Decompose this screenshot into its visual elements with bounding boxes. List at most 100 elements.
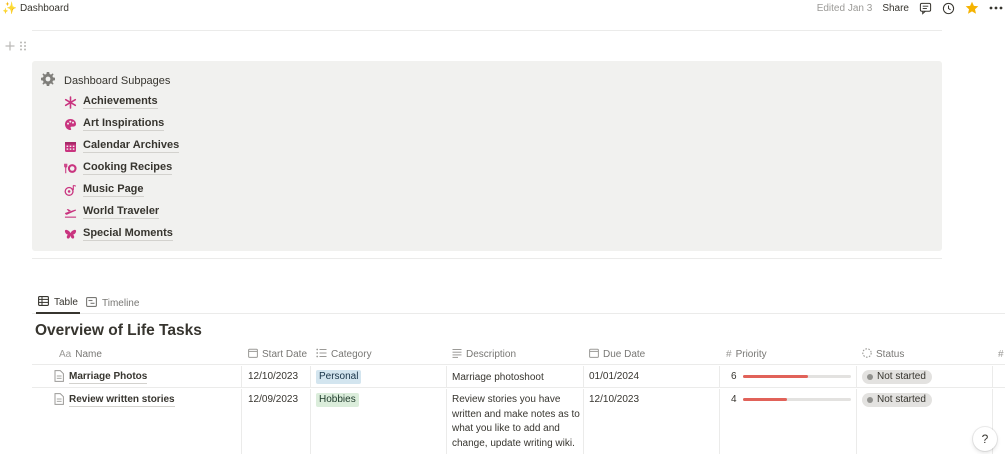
table-header: Aa Name Start Date Category Description … xyxy=(32,344,1005,365)
subpage-link-art-inspirations[interactable]: Art Inspirations xyxy=(64,113,179,135)
column-header-due-date[interactable]: Due Date xyxy=(589,344,645,365)
category-tag: Hobbies xyxy=(316,393,359,407)
drag-handle-icon[interactable] xyxy=(19,40,27,54)
status-label: Not started xyxy=(877,371,926,382)
column-divider xyxy=(719,389,720,454)
top-bar: ✨ Dashboard Edited Jan 3 Share xyxy=(0,0,1005,16)
cell-name[interactable]: Review written stories xyxy=(54,389,175,411)
timeline-icon xyxy=(86,296,97,310)
tab-timeline[interactable]: Timeline xyxy=(86,292,139,314)
status-badge: Not started xyxy=(862,393,932,407)
cell-status[interactable]: Not started xyxy=(862,389,932,454)
status-badge: Not started xyxy=(862,370,932,384)
favorite-star-icon[interactable] xyxy=(965,1,979,15)
airplane-icon xyxy=(64,206,77,219)
status-dot xyxy=(867,397,873,403)
cell-category[interactable]: Hobbies xyxy=(316,389,359,454)
cell-name[interactable]: Marriage Photos xyxy=(54,366,148,388)
calendar-property-icon xyxy=(248,348,258,361)
table-row[interactable]: Review written stories 12/09/2023 Hobbie… xyxy=(32,389,1005,454)
subpage-link-calendar-archives[interactable]: Calendar Archives xyxy=(64,135,180,157)
subpage-label: Special Moments xyxy=(83,227,173,241)
column-label: Category xyxy=(331,349,372,360)
more-options-icon[interactable] xyxy=(989,6,1003,10)
column-header-more[interactable]: # xyxy=(998,344,1004,365)
category-tag: Personal xyxy=(316,370,362,384)
subpage-link-special-moments[interactable]: Special Moments xyxy=(64,223,179,245)
priority-value: 6 xyxy=(731,371,737,382)
row-name: Marriage Photos xyxy=(69,370,148,384)
subpage-link-music-page[interactable]: Music Page xyxy=(64,179,179,201)
subpage-link-achievements[interactable]: Achievements xyxy=(64,91,179,113)
column-header-start-date[interactable]: Start Date xyxy=(248,344,307,365)
subpage-label: Calendar Archives xyxy=(83,139,180,153)
subpage-label: Cooking Recipes xyxy=(83,161,173,175)
table-row[interactable]: Marriage Photos 12/10/2023 Personal Marr… xyxy=(32,366,1005,388)
history-clock-icon[interactable] xyxy=(942,2,955,15)
number-property-icon: # xyxy=(998,349,1004,360)
column-divider xyxy=(310,366,311,387)
column-divider xyxy=(856,389,857,454)
priority-progress-bar xyxy=(743,374,852,378)
column-divider xyxy=(992,366,993,387)
tab-label: Timeline xyxy=(102,297,140,309)
column-label: Start Date xyxy=(262,349,308,360)
table-icon xyxy=(38,295,49,309)
cell-due-date[interactable]: 12/10/2023 xyxy=(589,389,639,454)
cell-priority[interactable]: 4 xyxy=(731,389,852,454)
column-header-status[interactable]: Status xyxy=(862,344,904,365)
calendar-icon xyxy=(64,140,77,153)
cell-start-date[interactable]: 12/10/2023 xyxy=(248,366,298,387)
cell-due-date[interactable]: 01/01/2024 xyxy=(589,366,639,387)
subpage-link-world-traveler[interactable]: World Traveler xyxy=(64,201,179,223)
column-label: Name xyxy=(75,349,102,360)
column-label: Priority xyxy=(735,349,767,360)
column-divider xyxy=(446,389,447,454)
column-divider xyxy=(719,366,720,387)
divider xyxy=(32,258,942,259)
calendar-property-icon xyxy=(589,348,599,361)
status-dot xyxy=(867,374,873,380)
edited-timestamp: Edited Jan 3 xyxy=(816,2,873,14)
music-icon xyxy=(64,184,77,197)
view-tabs: Table Timeline xyxy=(32,292,1005,314)
add-block-icon[interactable] xyxy=(5,40,15,54)
share-button[interactable]: Share xyxy=(882,3,909,14)
cell-status[interactable]: Not started xyxy=(862,366,932,387)
breadcrumb[interactable]: ✨ Dashboard xyxy=(2,2,69,14)
tab-label: Table xyxy=(54,296,78,308)
utensils-icon xyxy=(64,162,77,175)
cell-start-date[interactable]: 12/09/2023 xyxy=(248,389,298,454)
subpage-label: Art Inspirations xyxy=(83,117,165,131)
top-bar-actions: Edited Jan 3 Share xyxy=(817,1,1003,15)
priority-progress-fill xyxy=(743,374,809,378)
cell-description[interactable]: Marriage photoshoot xyxy=(452,366,580,387)
subpage-link-cooking-recipes[interactable]: Cooking Recipes xyxy=(64,157,179,179)
page-icon xyxy=(54,369,64,385)
cell-priority[interactable]: 6 xyxy=(731,366,852,387)
number-property-icon: # xyxy=(726,349,732,360)
column-header-priority[interactable]: # Priority xyxy=(726,344,767,365)
status-label: Not started xyxy=(877,394,926,405)
help-button[interactable]: ? xyxy=(973,427,997,451)
cell-description[interactable]: Review stories you have written and make… xyxy=(452,389,580,454)
block-handles xyxy=(5,40,27,54)
text-property-icon: Aa xyxy=(59,349,72,360)
database-title[interactable]: Overview of Life Tasks xyxy=(35,322,202,340)
tab-table[interactable]: Table xyxy=(36,292,80,314)
cell-category[interactable]: Personal xyxy=(316,366,362,387)
callout-header: Dashboard Subpages xyxy=(40,71,170,90)
column-label: Description xyxy=(466,349,517,360)
priority-value: 4 xyxy=(731,394,737,405)
row-name: Review written stories xyxy=(69,393,175,407)
column-header-category[interactable]: Category xyxy=(316,344,372,365)
column-header-name[interactable]: Aa Name xyxy=(59,344,102,365)
sparkle-icon: ✨ xyxy=(2,1,17,15)
status-property-icon xyxy=(862,348,872,361)
column-header-description[interactable]: Description xyxy=(452,344,516,365)
callout-title: Dashboard Subpages xyxy=(64,74,171,87)
subpage-label: World Traveler xyxy=(83,205,160,219)
column-divider xyxy=(446,366,447,387)
breadcrumb-dashboard[interactable]: Dashboard xyxy=(20,3,69,14)
comment-icon[interactable] xyxy=(919,2,932,15)
